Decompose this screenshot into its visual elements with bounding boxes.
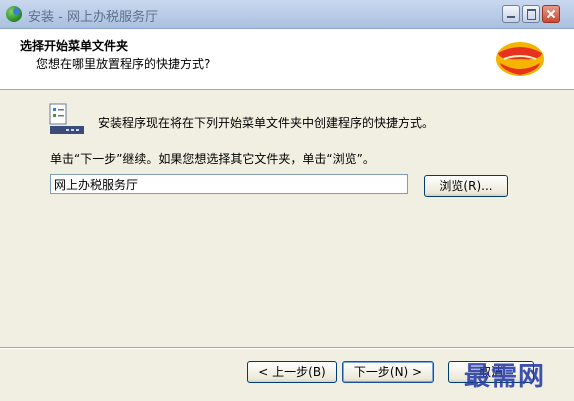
maximize-button[interactable]: [522, 5, 540, 23]
footer-divider: [0, 347, 574, 349]
installer-window: 安装 - 网上办税服务厅 选择开始菜单文件夹 您想在哪里放置程序的快捷方式? 安…: [0, 0, 574, 401]
close-button[interactable]: [542, 5, 560, 23]
wizard-body: 安装程序现在将在下列开始菜单文件夹中创建程序的快捷方式。 单击“下一步”继续。如…: [0, 90, 574, 340]
browse-button[interactable]: 浏览(R)...: [424, 175, 508, 197]
title-bar[interactable]: 安装 - 网上办税服务厅: [0, 0, 574, 29]
page-title: 选择开始菜单文件夹: [20, 39, 129, 53]
back-button[interactable]: < 上一步(B): [247, 361, 337, 383]
wizard-header: 选择开始菜单文件夹 您想在哪里放置程序的快捷方式?: [0, 29, 574, 90]
minimize-button[interactable]: [502, 5, 520, 23]
window-title: 安装 - 网上办税服务厅: [28, 10, 158, 25]
installer-globe-icon: [6, 6, 22, 22]
watermark-logo: 最需网: [464, 362, 546, 392]
start-menu-folder-icon: [49, 103, 84, 134]
page-subtitle: 您想在哪里放置程序的快捷方式?: [36, 57, 211, 71]
next-button[interactable]: 下一步(N) >: [342, 361, 434, 383]
start-menu-folder-field[interactable]: [50, 174, 408, 194]
red-heart-logo-icon: [496, 42, 544, 76]
info-text: 安装程序现在将在下列开始菜单文件夹中创建程序的快捷方式。: [98, 116, 435, 130]
hint-text: 单击“下一步”继续。如果您想选择其它文件夹，单击“浏览”。: [50, 152, 375, 166]
